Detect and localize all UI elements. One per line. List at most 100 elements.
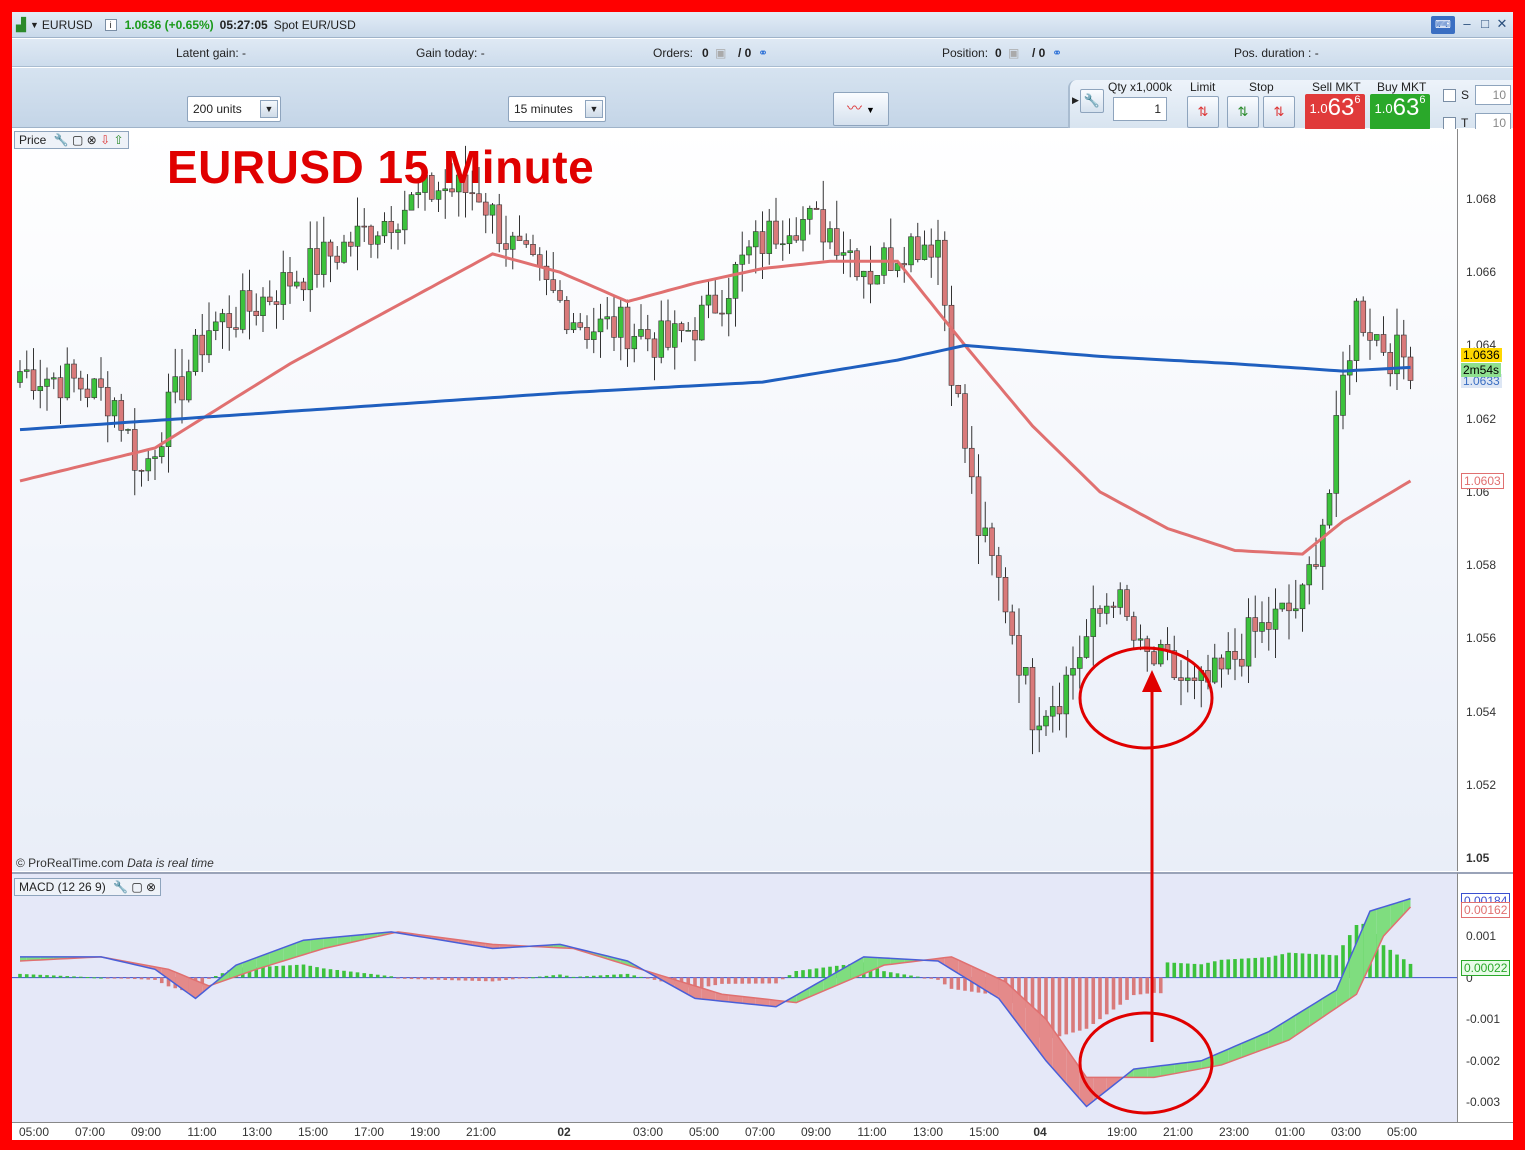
candle <box>334 255 341 263</box>
close-icon[interactable]: ⊗ <box>146 880 156 894</box>
info-icon[interactable]: i <box>104 18 117 31</box>
wrench-icon[interactable]: 🔧 <box>113 880 128 894</box>
candle <box>152 456 158 459</box>
orders-icon[interactable]: ▣ <box>715 46 726 60</box>
histogram-bar <box>213 976 218 978</box>
s-value-input[interactable]: 10 <box>1475 85 1511 105</box>
candle <box>550 279 557 291</box>
candle <box>84 388 91 398</box>
minimize-icon[interactable]: – <box>1459 16 1475 34</box>
candle <box>975 476 982 536</box>
histogram-bar <box>105 977 110 979</box>
arrow-down-icon[interactable]: ⇩ <box>100 133 110 147</box>
macd-axis[interactable]: 0.001 0 -0.001 -0.002 -0.003 0.00184 0.00162 0.… <box>1457 872 1513 1122</box>
time-axis[interactable]: 05:00 07:00 09:00 11:00 13:00 15:00 17:00 19:00… <box>12 1122 1513 1140</box>
candle <box>536 254 543 267</box>
close-icon[interactable]: ⊗ <box>87 133 97 147</box>
candle <box>395 229 401 233</box>
candle <box>341 241 347 263</box>
price-axis[interactable]: 1.068 1.066 1.064 1.062 1.06 1.058 1.056 1.054 1… <box>1457 129 1513 871</box>
sell-market-button[interactable]: 1.0636 <box>1305 94 1365 130</box>
histogram-bar <box>1408 963 1413 978</box>
qty-input[interactable]: 1 <box>1113 97 1167 121</box>
histogram-bar <box>558 974 562 978</box>
maximize-icon[interactable]: □ <box>1477 16 1493 34</box>
orders-count: 0 <box>702 46 709 60</box>
candle <box>867 270 874 285</box>
keyboard-icon[interactable]: ⌨ <box>1431 16 1455 34</box>
candle <box>30 369 37 392</box>
instrument-name[interactable]: EURUSD <box>42 18 93 32</box>
candle <box>1049 706 1056 717</box>
candle <box>617 306 624 338</box>
candle <box>37 386 44 392</box>
candle <box>158 446 165 457</box>
candle <box>1225 651 1232 670</box>
position-info-bar: Latent gain: - Gain today: - Orders: 0 ▣… <box>12 39 1513 67</box>
chevron-down-icon[interactable]: ▼ <box>585 100 603 118</box>
candle <box>1184 677 1191 681</box>
histogram-bar <box>1192 963 1197 978</box>
chart-title: EURUSD 15 Minute <box>167 141 595 193</box>
histogram-bar <box>274 966 279 978</box>
histogram-bar <box>335 969 340 978</box>
histogram-bar <box>119 977 124 979</box>
histogram-bar <box>1253 957 1258 978</box>
candle <box>1245 617 1252 667</box>
candle <box>125 429 131 431</box>
macd-chart[interactable] <box>12 874 1457 1122</box>
macd-panel-header: MACD (12 26 9) 🔧 ▢ ⊗ <box>14 878 162 896</box>
price-chart[interactable] <box>12 129 1457 871</box>
candle <box>563 300 570 331</box>
close-icon[interactable]: ✕ <box>1494 16 1510 34</box>
histogram-bar <box>564 975 569 978</box>
candle <box>57 377 64 399</box>
price-chart-panel[interactable]: Price 🔧 ▢ ⊗ ⇩ ⇧ <box>12 129 1457 871</box>
candle <box>1137 638 1144 641</box>
candle <box>192 334 199 372</box>
candle <box>739 254 746 265</box>
candle <box>246 290 253 312</box>
wrench-icon[interactable]: 🔧 <box>54 133 69 147</box>
buy-market-button[interactable]: 1.0636 <box>1370 94 1430 130</box>
macd-tick: -0.001 <box>1466 1012 1501 1027</box>
arrow-up-icon[interactable]: ⇧ <box>113 133 123 147</box>
limit-order-button[interactable]: ⇅ <box>1187 96 1219 128</box>
wrench-icon[interactable]: 🔧 <box>1080 89 1104 113</box>
histogram-bar <box>139 977 144 980</box>
histogram-bar <box>1280 954 1285 978</box>
price-tick: 1.056 <box>1466 631 1497 646</box>
time-tick: 03:00 <box>1330 1125 1362 1139</box>
expand-arrow-icon[interactable]: ▶ <box>1072 95 1079 106</box>
candle <box>658 320 665 358</box>
position-icon[interactable]: ▣ <box>1008 46 1019 60</box>
histogram-bar <box>551 975 556 978</box>
window-icon[interactable]: ▢ <box>72 133 83 147</box>
price-tick: 1.054 <box>1466 704 1497 719</box>
stop-buy-button[interactable]: ⇅ <box>1227 96 1259 128</box>
fast-ma-value-label: 1.0603 <box>1461 472 1504 489</box>
last-price-label: 1.0636 <box>1461 348 1502 363</box>
indicators-button[interactable]: 〰 ▼ <box>833 92 889 126</box>
window-icon[interactable]: ▢ <box>131 880 142 894</box>
dropdown-arrow-icon[interactable]: ▼ <box>30 20 39 30</box>
orders-link-icon[interactable]: ⚭ <box>758 46 768 60</box>
histogram-bar <box>31 974 36 978</box>
candle <box>577 322 584 328</box>
units-select[interactable]: 200 units ▼ <box>187 96 281 122</box>
candle <box>98 378 104 388</box>
chevron-down-icon[interactable]: ▼ <box>260 100 278 118</box>
timeframe-select[interactable]: 15 minutes ▼ <box>508 96 606 122</box>
histogram-bar <box>713 977 718 986</box>
time-tick: 13:00 <box>912 1125 944 1139</box>
chart-type-icon[interactable]: ▟ <box>16 17 26 33</box>
position-link-icon[interactable]: ⚭ <box>1052 46 1062 60</box>
macd-panel[interactable]: MACD (12 26 9) 🔧 ▢ ⊗ <box>12 872 1457 1122</box>
buy-price-prefix: 1.0 <box>1374 101 1393 116</box>
stop-checkbox[interactable] <box>1443 89 1456 102</box>
histogram-bar <box>126 977 130 979</box>
qty-label: Qty x1,000k <box>1108 80 1173 94</box>
gain-today: Gain today: - <box>416 46 485 60</box>
histogram-bar <box>1327 954 1332 978</box>
stop-sell-button[interactable]: ⇅ <box>1263 96 1295 128</box>
